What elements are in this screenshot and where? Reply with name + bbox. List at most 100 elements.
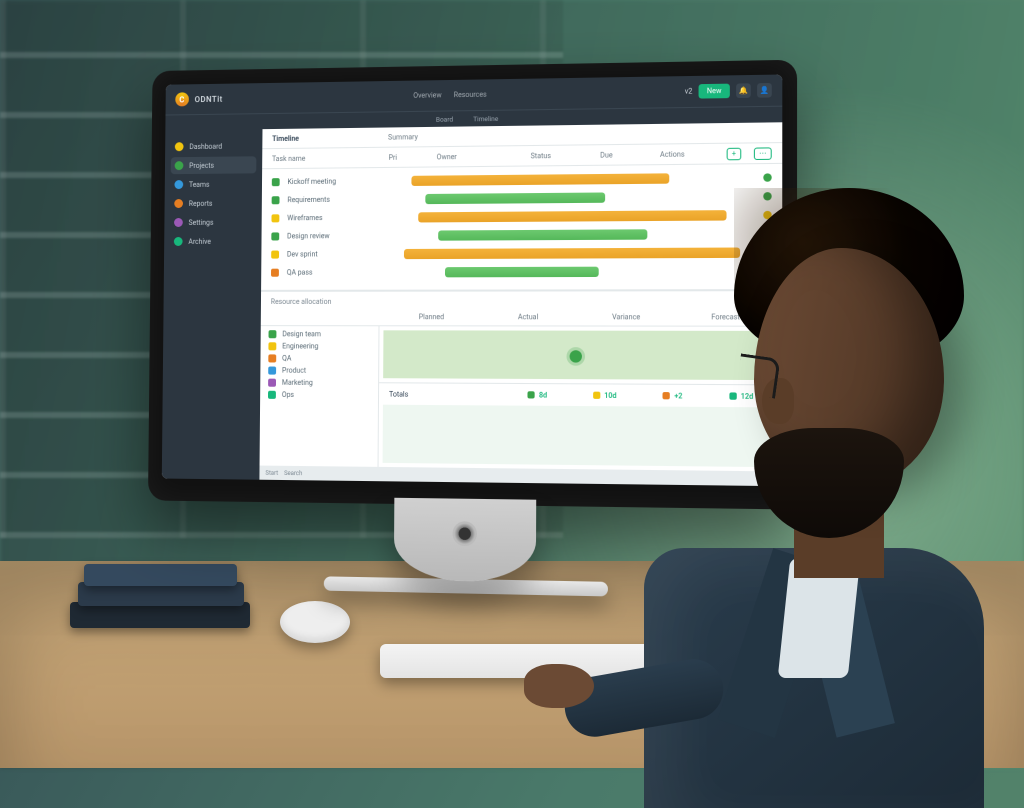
task-list: Kickoff meeting Requirements Wireframes Des… xyxy=(261,164,782,291)
task-name: Dev sprint xyxy=(287,250,396,259)
sidebar-item-teams[interactable]: Teams xyxy=(171,175,257,193)
sidebar-dot-icon xyxy=(174,218,183,227)
legend-item[interactable]: Marketing xyxy=(268,379,370,388)
task-status-icon[interactable] xyxy=(271,251,279,259)
legend-item[interactable]: Ops xyxy=(268,391,370,400)
notifications-icon[interactable]: 🔔 xyxy=(736,83,751,98)
sidebar-dot-icon xyxy=(174,180,183,189)
summary-value: +2 xyxy=(674,392,682,400)
gantt-bar[interactable] xyxy=(438,229,647,240)
lower-head-cell[interactable]: Actual xyxy=(484,313,573,321)
task-tag-icon xyxy=(763,173,771,181)
taskbar-search[interactable]: Search xyxy=(284,469,302,476)
summary-label: Totals xyxy=(389,390,500,399)
sidebar-item-label: Reports xyxy=(189,199,213,207)
topbar-meta: v2 xyxy=(685,87,693,95)
sidebar-item-settings[interactable]: Settings xyxy=(170,213,256,231)
sidebar-dot-icon xyxy=(175,161,184,170)
app-screen: C ODNTit Overview Resources v2 New 🔔 👤 xyxy=(162,74,783,486)
legend-label: Ops xyxy=(282,391,294,399)
task-row[interactable]: Dev sprint xyxy=(271,243,772,263)
sidebar-item-label: Dashboard xyxy=(189,142,222,150)
more-columns-button[interactable]: ⋯ xyxy=(754,147,772,160)
tab-timeline[interactable]: Timeline xyxy=(272,134,299,142)
sidebar-item-dashboard[interactable]: Dashboard xyxy=(171,137,257,155)
task-tag-icon xyxy=(763,230,771,238)
gantt-bar[interactable] xyxy=(404,247,741,259)
task-name: Requirements xyxy=(287,195,396,204)
summary-cell: +2 xyxy=(643,392,703,401)
legend-swatch-icon xyxy=(268,367,276,375)
gantt-bar[interactable] xyxy=(445,267,598,278)
col-owner[interactable]: Owner xyxy=(437,152,508,161)
sidebar-item-projects[interactable]: Projects xyxy=(171,156,257,174)
sidebar-item-label: Archive xyxy=(188,237,211,245)
sidebar-item-label: Projects xyxy=(189,161,214,169)
lower-headers: Planned Actual Variance Forecast xyxy=(261,308,782,327)
lower-head-cell[interactable]: Variance xyxy=(581,313,671,321)
summary-value: 8d xyxy=(539,391,547,399)
col-due[interactable]: Due xyxy=(600,150,652,159)
task-status-icon[interactable] xyxy=(271,214,279,222)
gantt-track xyxy=(404,191,755,204)
sidebar-item-reports[interactable]: Reports xyxy=(170,194,256,212)
task-name: Kickoff meeting xyxy=(287,177,396,186)
legend-label: QA xyxy=(282,354,291,362)
task-status-icon[interactable] xyxy=(271,269,279,277)
task-row[interactable]: Design review xyxy=(271,224,771,245)
topnav-resources[interactable]: Resources xyxy=(454,91,487,100)
sidebar-item-label: Settings xyxy=(189,218,214,226)
summary-swatch-icon xyxy=(663,392,670,399)
col-taskname[interactable]: Task name xyxy=(272,153,381,162)
brand-name: ODNTit xyxy=(195,94,223,103)
legend-item[interactable]: Design team xyxy=(269,330,371,338)
new-button[interactable]: New xyxy=(699,84,730,99)
summary-swatch-icon xyxy=(528,392,535,399)
tab-summary[interactable]: Summary xyxy=(388,133,418,141)
topnav-overview[interactable]: Overview xyxy=(413,91,441,100)
allocation-band[interactable] xyxy=(383,330,778,380)
sidebar-dot-icon xyxy=(174,199,183,208)
brand[interactable]: C ODNTit xyxy=(175,92,223,107)
gantt-track xyxy=(404,229,755,241)
section-label: Resource allocation xyxy=(261,290,782,308)
summary-swatch-icon xyxy=(729,393,736,400)
gantt-bar[interactable] xyxy=(411,173,669,186)
legend-item[interactable]: Engineering xyxy=(268,342,370,350)
legend-item[interactable]: QA xyxy=(268,354,370,362)
task-name: QA pass xyxy=(287,268,396,276)
forecast-band[interactable] xyxy=(383,405,778,467)
col-actions: Actions xyxy=(660,150,714,159)
subnav-timeline[interactable]: Timeline xyxy=(473,114,498,122)
legend-swatch-icon xyxy=(268,354,276,362)
summary-value: 10d xyxy=(604,391,616,399)
lower-head-cell[interactable]: Planned xyxy=(388,313,476,321)
summary-cell: 12d xyxy=(711,392,772,401)
start-button[interactable]: Start xyxy=(265,469,278,476)
lower-head-cell[interactable]: Forecast xyxy=(680,313,772,321)
col-status[interactable]: Status xyxy=(531,151,592,160)
sidebar-dot-icon xyxy=(174,237,183,246)
allocation-marker-icon[interactable] xyxy=(570,350,582,362)
user-avatar-icon[interactable]: 👤 xyxy=(757,83,772,98)
task-status-icon[interactable] xyxy=(272,178,280,186)
gantt-track xyxy=(404,210,755,223)
col-priority[interactable]: Pri xyxy=(389,153,429,162)
sidebar-item-archive[interactable]: Archive xyxy=(170,233,256,250)
add-column-button[interactable]: + xyxy=(727,147,742,160)
subnav-board[interactable]: Board xyxy=(436,115,453,123)
gantt-track xyxy=(404,172,754,186)
legend-item[interactable]: Product xyxy=(268,367,370,376)
gantt-bar[interactable] xyxy=(425,192,606,204)
summary-cell: 10d xyxy=(575,391,634,400)
gantt-track xyxy=(404,266,755,277)
legend-swatch-icon xyxy=(269,330,277,338)
task-status-icon[interactable] xyxy=(271,232,279,240)
task-name: Wireframes xyxy=(287,213,396,222)
task-status-icon[interactable] xyxy=(272,196,280,204)
legend-swatch-icon xyxy=(268,379,276,387)
task-tag-icon xyxy=(763,211,771,219)
gantt-bar[interactable] xyxy=(418,210,726,222)
task-row[interactable]: QA pass xyxy=(271,262,772,282)
legend-label: Product xyxy=(282,367,306,375)
